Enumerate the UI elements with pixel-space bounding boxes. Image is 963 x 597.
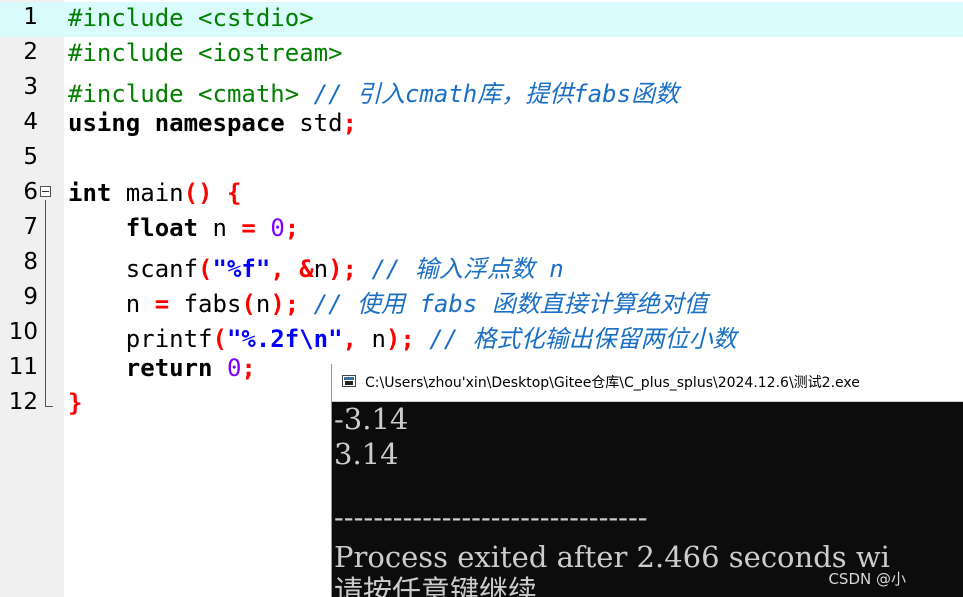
- punctuation: {: [226, 179, 242, 207]
- identifier: n: [198, 214, 242, 242]
- identifier: main: [111, 179, 184, 207]
- include-directive: #include <cmath>: [68, 80, 300, 108]
- line-number: 1: [23, 4, 38, 30]
- line-number: 4: [23, 109, 38, 135]
- code-line-3[interactable]: 3 #include <cmath> // 引入cmath库，提供fabs函数: [0, 72, 963, 108]
- console-separator: --------------------------------: [334, 500, 648, 534]
- console-line: -3.14: [334, 402, 409, 436]
- code-line-5[interactable]: 5: [0, 142, 963, 177]
- identifier: n: [125, 290, 155, 318]
- console-titlebar[interactable]: C:\Users\zhou'xin\Desktop\Gitee仓库\C_plus…: [332, 364, 963, 402]
- console-line: 3.14: [334, 437, 399, 471]
- include-directive: #include <cstdio>: [68, 4, 314, 32]
- number-literal: 0: [226, 354, 242, 382]
- code-line-9[interactable]: 9 n = fabs(n); // 使用 fabs 函数直接计算绝对值: [0, 282, 963, 318]
- code-comment: // 格式化输出保留两位小数: [429, 325, 737, 353]
- code-line-10[interactable]: 10 printf("%.2f\n", n); // 格式化输出保留两位小数: [0, 317, 963, 353]
- identifier: n: [313, 255, 329, 283]
- console-app-icon: [342, 375, 356, 387]
- identifier: n: [255, 290, 271, 318]
- keyword: using: [68, 109, 141, 137]
- string-literal: "%.2f\n": [226, 325, 343, 353]
- function-name: printf: [125, 325, 213, 353]
- line-number: 7: [23, 214, 38, 240]
- keyword: float: [125, 214, 199, 242]
- punctuation: );: [270, 290, 300, 318]
- punctuation: (: [241, 290, 256, 318]
- line-number: 9: [23, 284, 38, 310]
- line-number: 10: [8, 319, 38, 345]
- code-line-2[interactable]: 2 #include <iostream>: [0, 37, 963, 72]
- punctuation: (: [212, 325, 227, 353]
- identifier: n: [357, 325, 386, 353]
- console-title: C:\Users\zhou'xin\Desktop\Gitee仓库\C_plus…: [365, 375, 860, 391]
- line-number: 11: [8, 354, 38, 380]
- code-line-1[interactable]: 1 #include <cstdio>: [0, 2, 963, 37]
- punctuation: ;: [342, 109, 357, 137]
- line-number: 5: [23, 144, 38, 170]
- punctuation: =: [241, 214, 256, 242]
- punctuation: (: [198, 255, 213, 283]
- punctuation: ;: [284, 214, 300, 242]
- fold-collapse-icon[interactable]: [40, 186, 51, 197]
- keyword: namespace: [154, 109, 285, 137]
- code-line-4[interactable]: 4 using namespace std;: [0, 107, 963, 142]
- punctuation: }: [68, 389, 83, 417]
- console-window[interactable]: C:\Users\zhou'xin\Desktop\Gitee仓库\C_plus…: [331, 364, 963, 597]
- watermark: CSDN @小: [828, 570, 906, 588]
- line-number: 6: [23, 179, 38, 205]
- line-number: 2: [23, 39, 38, 65]
- keyword: return: [125, 354, 213, 382]
- punctuation: ,: [342, 325, 357, 353]
- function-name: scanf: [125, 255, 199, 283]
- punctuation: );: [328, 255, 358, 283]
- include-directive: #include <iostream>: [68, 39, 343, 67]
- code-comment: // 输入浮点数 n: [371, 255, 564, 283]
- punctuation: &: [299, 255, 314, 283]
- console-line: 请按任意键继续. . .: [334, 574, 584, 597]
- identifier: std: [284, 109, 343, 137]
- number-literal: 0: [270, 214, 285, 242]
- punctuation: =: [154, 290, 170, 318]
- punctuation: ;: [241, 354, 256, 382]
- punctuation: ,: [270, 255, 285, 283]
- code-line-8[interactable]: 8 scanf("%f", &n); // 输入浮点数 n: [0, 247, 963, 283]
- line-number: 3: [23, 74, 38, 100]
- punctuation: );: [385, 325, 415, 353]
- code-line-6[interactable]: 6 int main() {: [0, 177, 963, 212]
- line-number: 8: [23, 249, 38, 275]
- code-comment: // 使用 fabs 函数直接计算绝对值: [313, 290, 708, 318]
- line-number: 12: [8, 389, 38, 415]
- string-literal: "%f": [212, 255, 271, 283]
- keyword: int: [68, 179, 112, 207]
- code-line-7[interactable]: 7 float n = 0;: [0, 212, 963, 247]
- code-comment: // 引入cmath库，提供fabs函数: [313, 80, 680, 108]
- punctuation: (): [183, 179, 213, 207]
- function-name: fabs: [169, 290, 242, 318]
